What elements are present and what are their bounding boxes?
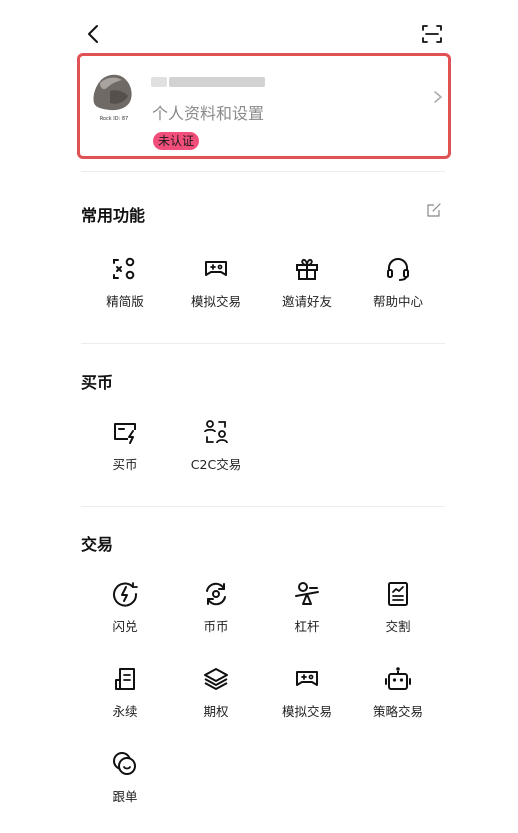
robot-icon [385,667,411,690]
tile-label: C2C交易 [190,457,242,472]
flash-swap-icon [113,582,138,607]
tile-margin[interactable]: 杠杆 [262,580,352,635]
tile-label: 杠杆 [294,619,320,634]
spot-exchange-icon [206,582,226,606]
tile-label: 帮助中心 [372,294,423,309]
section-title-buy: 买币 [81,373,114,392]
tile-label: 跟单 [112,789,138,804]
copy-trading-icon [113,752,136,775]
tile-lite-mode[interactable]: 精简版 [80,255,170,310]
tile-strategy-trading[interactable]: 策略交易 [353,665,443,720]
tile-invite-friends[interactable]: 邀请好友 [262,255,352,310]
divider [81,343,445,344]
back-arrow-icon[interactable] [82,22,106,46]
tile-label: 模拟交易 [190,294,241,309]
tile-label: 邀请好友 [281,294,332,309]
headset-icon [387,258,409,281]
tile-label: 期权 [203,704,229,719]
tile-label: 永续 [112,704,138,719]
tile-demo-trading[interactable]: 模拟交易 [171,255,261,310]
tile-demo-trading-2[interactable]: 模拟交易 [262,665,352,720]
tile-options[interactable]: 期权 [171,665,261,720]
tile-flash-swap[interactable]: 闪兑 [80,580,170,635]
tile-copy-trading[interactable]: 跟单 [80,750,170,805]
layers-icon [204,668,228,690]
avatar [93,74,132,111]
profile-settings-label: 个人资料和设置 [152,104,265,123]
tile-label: 策略交易 [372,704,423,719]
avatar-caption: Rock ID: 87 [99,116,129,122]
scan-icon[interactable] [420,22,444,46]
gamepad-icon [205,261,227,276]
section-title-trade: 交易 [81,535,114,554]
chevron-right-icon [434,91,442,103]
users-exchange-icon [204,420,228,444]
tile-label: 交割 [385,619,411,634]
tile-buy-crypto[interactable]: 买币 [80,418,170,473]
lever-scale-icon [295,582,319,605]
tile-perpetual[interactable]: 永续 [80,665,170,720]
tile-c2c-trading[interactable]: C2C交易 [171,418,261,473]
gift-icon [296,258,318,280]
card-lightning-icon [114,423,136,444]
tile-label: 精简版 [106,294,144,309]
blurred-username [151,73,271,91]
tile-label: 买币 [112,457,138,472]
tile-spot[interactable]: 币币 [171,580,261,635]
document-chart-icon [388,582,408,606]
tile-label: 闪兑 [112,619,138,634]
tile-delivery[interactable]: 交割 [353,580,443,635]
gamepad-icon [296,671,318,686]
tile-label: 币币 [203,619,229,634]
divider [81,506,445,507]
edit-icon[interactable] [426,202,442,218]
tile-label: 模拟交易 [281,704,332,719]
divider [81,171,445,172]
scroll-document-icon [115,668,135,690]
lite-mode-icon [113,257,135,280]
section-title-common: 常用功能 [81,206,146,225]
profile-card[interactable]: Rock ID: 87 个人资料和设置 未认证 [77,53,451,159]
tile-help-center[interactable]: 帮助中心 [353,255,443,310]
verification-badge: 未认证 [153,132,200,150]
